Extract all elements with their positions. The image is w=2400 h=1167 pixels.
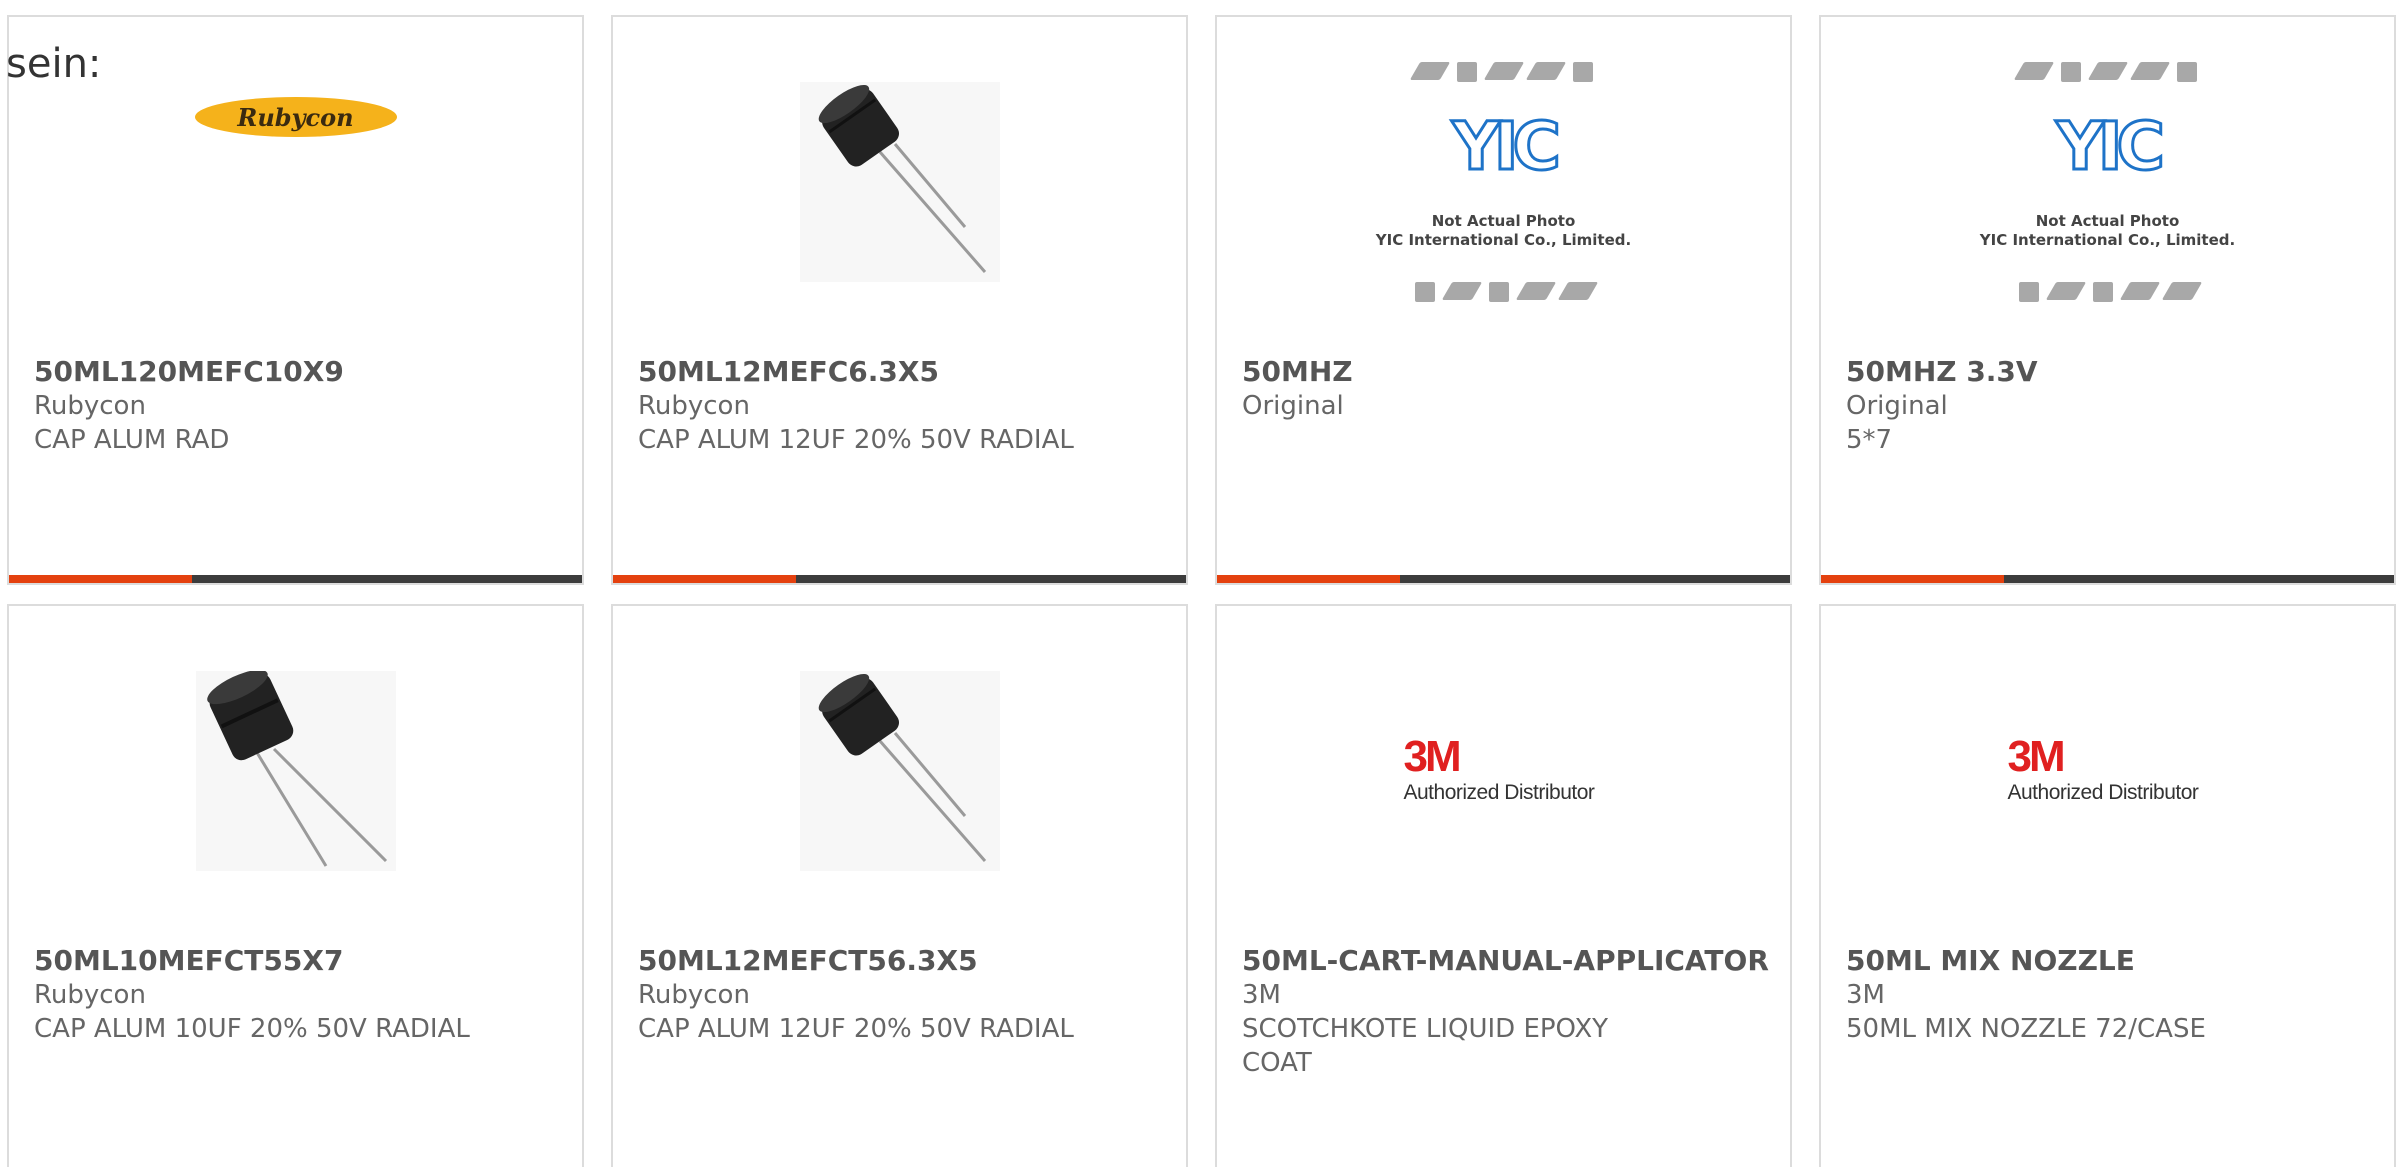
chip-icons-bottom: [1414, 282, 1598, 302]
product-manufacturer: Rubycon: [34, 391, 146, 421]
product-description: CAP ALUM 12UF 20% 50V RADIAL: [638, 1014, 1074, 1044]
capacitor-image: [799, 671, 1000, 871]
chip-icons-top: [1409, 62, 1593, 82]
product-image[interactable]: YIC Not Actual Photo YIC International C…: [1821, 57, 2394, 307]
product-manufacturer: Rubycon: [34, 980, 146, 1010]
card-footer-bar: [1217, 575, 1790, 583]
product-info: 50ML-CART-MANUAL-APPLICATOR 3M SCOTCHKOT…: [1242, 944, 1769, 1080]
product-part-number[interactable]: 50ML-CART-MANUAL-APPLICATOR: [1242, 944, 1769, 978]
yic-placeholder-image: YIC Not Actual Photo YIC International C…: [1369, 62, 1639, 302]
capacitor-image: [195, 671, 396, 871]
product-description: CAP ALUM RAD: [34, 425, 230, 455]
product-card[interactable]: Rubycon 50ML120MEFC10X9 Rubycon CAP ALUM…: [7, 15, 584, 585]
yic-caption: Not Actual Photo YIC International Co., …: [1375, 212, 1632, 249]
3m-logo: 3M Authorized Distributor: [1403, 732, 1595, 805]
product-part-number[interactable]: 50ML10MEFCT55X7: [34, 944, 557, 978]
product-description: SCOTCHKOTE LIQUID EPOXY COAT: [1242, 1014, 1609, 1078]
chip-icons-top: [2013, 62, 2197, 82]
product-manufacturer: 3M: [1242, 980, 1281, 1010]
product-part-number[interactable]: 50ML120MEFC10X9: [34, 355, 557, 389]
product-image[interactable]: YIC Not Actual Photo YIC International C…: [1217, 57, 1790, 307]
product-manufacturer: Original: [1242, 391, 1344, 421]
product-image[interactable]: 3M Authorized Distributor: [1821, 646, 2394, 896]
product-grid-page: sein: Rubycon 50ML120MEFC10X9 Rubycon CA…: [0, 0, 2400, 1167]
product-image[interactable]: [613, 646, 1186, 896]
product-info: 50MHZ Original: [1242, 355, 1765, 423]
product-info: 50MHZ 3.3V Original 5*7: [1846, 355, 2369, 457]
product-manufacturer: Original: [1846, 391, 1948, 421]
product-image[interactable]: [613, 57, 1186, 307]
product-info: 50ML12MEFC6.3X5 Rubycon CAP ALUM 12UF 20…: [638, 355, 1161, 457]
product-info: 50ML10MEFCT55X7 Rubycon CAP ALUM 10UF 20…: [34, 944, 557, 1046]
product-image[interactable]: [9, 646, 582, 896]
product-manufacturer: Rubycon: [638, 391, 750, 421]
rubycon-logo: Rubycon: [194, 97, 397, 137]
product-part-number[interactable]: 50ML12MEFCT56.3X5: [638, 944, 1161, 978]
card-footer-bar: [613, 575, 1186, 583]
product-image[interactable]: Rubycon: [9, 57, 582, 307]
product-card[interactable]: YIC Not Actual Photo YIC International C…: [1819, 15, 2396, 585]
chip-icons-bottom: [2018, 282, 2202, 302]
card-footer-accent: [1821, 575, 2004, 583]
product-description: 5*7: [1846, 425, 1893, 455]
product-card[interactable]: 50ML12MEFCT56.3X5 Rubycon CAP ALUM 12UF …: [611, 604, 1188, 1167]
product-part-number[interactable]: 50MHZ: [1242, 355, 1765, 389]
yic-placeholder-image: YIC Not Actual Photo YIC International C…: [1973, 62, 2243, 302]
product-card[interactable]: YIC Not Actual Photo YIC International C…: [1215, 15, 1792, 585]
product-image[interactable]: 3M Authorized Distributor: [1217, 646, 1790, 896]
product-card[interactable]: 3M Authorized Distributor 50ML-CART-MANU…: [1215, 604, 1792, 1167]
stray-label: sein:: [6, 41, 102, 87]
product-manufacturer: 3M: [1846, 980, 1885, 1010]
card-footer-bar: [1821, 575, 2394, 583]
yic-caption: Not Actual Photo YIC International Co., …: [1979, 212, 2236, 249]
product-description: CAP ALUM 12UF 20% 50V RADIAL: [638, 425, 1074, 455]
yic-logo: YIC: [1451, 108, 1563, 185]
product-info: 50ML120MEFC10X9 Rubycon CAP ALUM RAD: [34, 355, 557, 457]
card-footer-accent: [1217, 575, 1400, 583]
product-info: 50ML MIX NOZZLE 3M 50ML MIX NOZZLE 72/CA…: [1846, 944, 2369, 1046]
product-part-number[interactable]: 50ML12MEFC6.3X5: [638, 355, 1161, 389]
product-info: 50ML12MEFCT56.3X5 Rubycon CAP ALUM 12UF …: [638, 944, 1161, 1046]
yic-logo: YIC: [2055, 108, 2167, 185]
3m-logo: 3M Authorized Distributor: [2007, 732, 2199, 805]
product-manufacturer: Rubycon: [638, 980, 750, 1010]
card-footer-accent: [613, 575, 796, 583]
product-card[interactable]: 50ML12MEFC6.3X5 Rubycon CAP ALUM 12UF 20…: [611, 15, 1188, 585]
product-description: CAP ALUM 10UF 20% 50V RADIAL: [34, 1014, 470, 1044]
product-card[interactable]: 3M Authorized Distributor 50ML MIX NOZZL…: [1819, 604, 2396, 1167]
card-footer-accent: [9, 575, 192, 583]
card-footer-bar: [9, 575, 582, 583]
product-part-number[interactable]: 50ML MIX NOZZLE: [1846, 944, 2369, 978]
product-card[interactable]: 50ML10MEFCT55X7 Rubycon CAP ALUM 10UF 20…: [7, 604, 584, 1167]
product-part-number[interactable]: 50MHZ 3.3V: [1846, 355, 2369, 389]
capacitor-image: [799, 82, 1000, 282]
product-description: 50ML MIX NOZZLE 72/CASE: [1846, 1014, 2206, 1044]
